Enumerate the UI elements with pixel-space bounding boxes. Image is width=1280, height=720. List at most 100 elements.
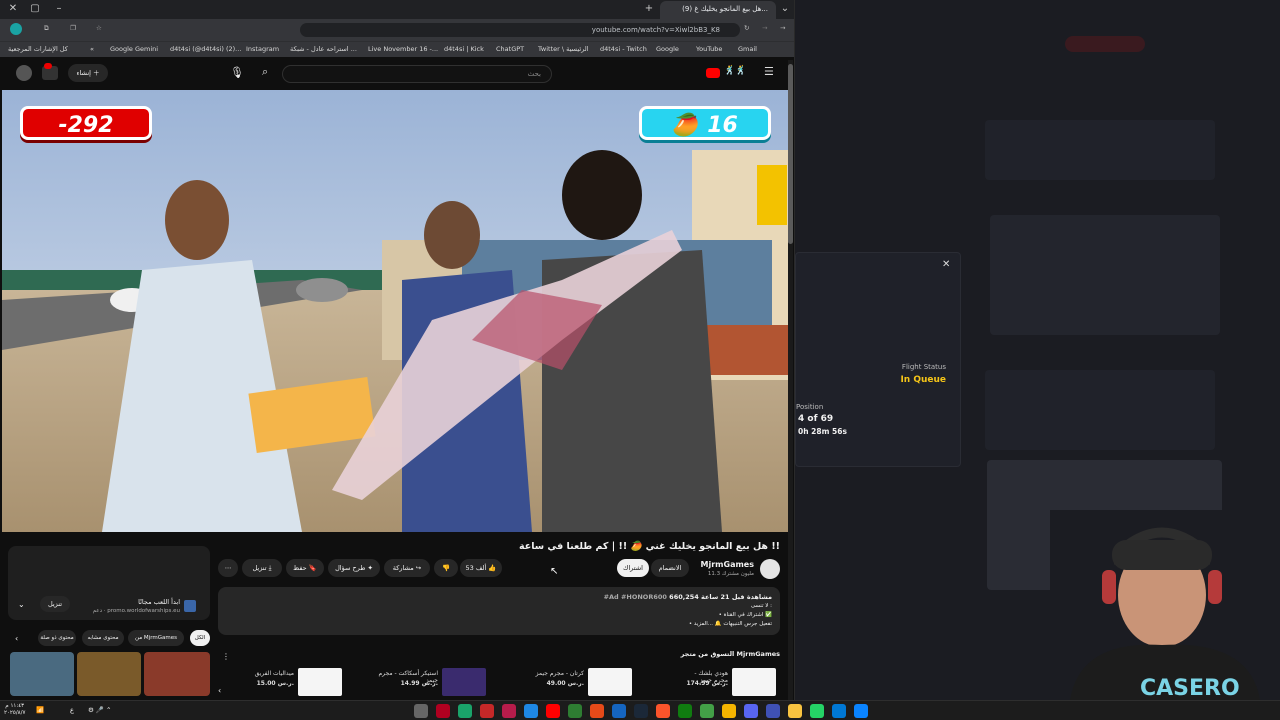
- close-window-icon[interactable]: ✕: [6, 2, 20, 16]
- address-bar-row: ⧉ ❐ ☆ youtube.com/watch?v=Xiwl2bB3_K8 ↻ …: [0, 19, 794, 41]
- acrobat-icon[interactable]: [502, 704, 516, 718]
- channel-name[interactable]: MjrmGames: [694, 560, 754, 569]
- bookmark-chatgpt[interactable]: ChatGPT: [496, 45, 524, 53]
- back-icon[interactable]: →: [780, 24, 785, 32]
- shop-item-3[interactable]: استيكر أسكاكت - مجرم جيمز 14.99 ر.س.: [378, 668, 490, 698]
- bookmark-star-icon[interactable]: ☆: [96, 24, 102, 32]
- xbox-icon[interactable]: [568, 704, 582, 718]
- chip-similar[interactable]: محتوى مشابه: [82, 630, 124, 646]
- chip-all[interactable]: الكل: [190, 630, 210, 646]
- start-icon[interactable]: [854, 704, 868, 718]
- profile-icon[interactable]: [10, 23, 22, 35]
- shop-item-1-image: [732, 668, 776, 696]
- mic-icon[interactable]: 🎙: [230, 66, 244, 79]
- chrome-icon[interactable]: [722, 704, 736, 718]
- bookmark-live[interactable]: Live November 16 -...: [368, 45, 438, 53]
- close-icon[interactable]: ✕: [942, 259, 950, 270]
- wifi-icon[interactable]: 📶: [36, 706, 44, 714]
- app-red-icon[interactable]: [436, 704, 450, 718]
- copy-icon[interactable]: ❐: [70, 24, 76, 32]
- shop-more-icon[interactable]: ⋮: [222, 652, 230, 661]
- ad-card[interactable]: ابدأ اللعب مجانًا دعم · promo.worldofwar…: [8, 546, 210, 620]
- clock[interactable]: ١١:٤٣ م ٢٠٢٥/٨/٧: [4, 703, 25, 717]
- more-actions-icon[interactable]: ⋯: [218, 559, 238, 577]
- tab-active[interactable]: (9) هل بيع المانجو يخليك غ...: [660, 1, 776, 19]
- xbox-app-icon[interactable]: [678, 704, 692, 718]
- subscribe-button[interactable]: اشتراك: [617, 559, 649, 577]
- bookmark-estiraha[interactable]: استراحه عادل - شبكة ...: [290, 45, 357, 53]
- chip-related[interactable]: محتوى ذو صلة: [38, 630, 76, 646]
- recommendation-thumbnail-1[interactable]: [10, 652, 74, 696]
- app-blue-icon[interactable]: [524, 704, 538, 718]
- bookmark-kick[interactable]: d4t4si | Kick: [444, 45, 484, 53]
- edge-icon[interactable]: [832, 704, 846, 718]
- youtube-logo-icon[interactable]: [706, 68, 720, 78]
- recommendation-thumbnail-3[interactable]: [144, 652, 210, 696]
- save-button[interactable]: حفظ 🔖: [286, 559, 324, 577]
- bookmark-instagram[interactable]: Instagram: [246, 45, 279, 53]
- share-button[interactable]: مشاركة ↪: [384, 559, 430, 577]
- chips-prev-icon[interactable]: ‹: [15, 634, 18, 643]
- tray-icons[interactable]: ⚙ 🎤 ⌃: [88, 706, 112, 714]
- ask-button[interactable]: طرح سؤال ✦: [328, 559, 380, 577]
- doodle-icon[interactable]: 🕺🕺: [724, 66, 746, 76]
- forward-icon[interactable]: →: [762, 24, 767, 32]
- whatsapp-icon[interactable]: [810, 704, 824, 718]
- create-button[interactable]: إنشاء ＋: [68, 64, 108, 82]
- search-icon[interactable]: ⌕: [262, 65, 268, 79]
- restore-window-icon[interactable]: ▢: [28, 2, 42, 16]
- discord-icon[interactable]: [744, 704, 758, 718]
- chevron-down-icon[interactable]: ⌄: [18, 600, 25, 609]
- notifications-icon[interactable]: [42, 63, 58, 80]
- description-box[interactable]: #Ad #HONOR600 660,254 مشاهدة قبل 21 ساعة…: [218, 587, 780, 635]
- avatar[interactable]: [16, 65, 32, 81]
- tab-label: (9) هل بيع المانجو يخليك غ...: [682, 5, 768, 13]
- shop-item-4[interactable]: ميداليات الفريق 15.00 ر.س.: [236, 668, 346, 698]
- settings-app-icon[interactable]: [414, 704, 428, 718]
- reload-icon[interactable]: ↻: [744, 24, 749, 32]
- scrollbar-thumb[interactable]: [788, 64, 793, 244]
- new-tab-icon[interactable]: +: [642, 2, 656, 16]
- bookmark-youtube[interactable]: YouTube: [696, 45, 722, 53]
- app-orange-icon[interactable]: [590, 704, 604, 718]
- like-button[interactable]: 53 ألف 👍: [460, 559, 502, 577]
- bookmarks-overflow-icon[interactable]: «: [90, 45, 94, 53]
- minimize-window-icon[interactable]: –: [52, 2, 66, 16]
- page-scrollbar[interactable]: [788, 60, 793, 700]
- app-green-icon[interactable]: [458, 704, 472, 718]
- bookmark-google[interactable]: Google: [656, 45, 679, 53]
- file-explorer-icon[interactable]: [788, 704, 802, 718]
- recommendation-thumbnail-2[interactable]: [77, 652, 141, 696]
- bookmark-twitch[interactable]: d4t4si - Twitch: [600, 45, 647, 53]
- url-field[interactable]: youtube.com/watch?v=Xiwl2bB3_K8: [300, 23, 740, 37]
- brave-icon[interactable]: [656, 704, 670, 718]
- youtube-app-icon[interactable]: [546, 704, 560, 718]
- app-green2-icon[interactable]: [700, 704, 714, 718]
- all-bookmarks-link[interactable]: كل الإشارات المرجعية: [8, 45, 68, 53]
- bookmark-gmail[interactable]: Gmail: [738, 45, 757, 53]
- app-indigo-icon[interactable]: [766, 704, 780, 718]
- menu-icon[interactable]: ☰: [764, 65, 774, 78]
- video-player[interactable]: -292 🥭 16: [2, 90, 788, 532]
- chip-from-channel[interactable]: من MjrmGames: [128, 630, 184, 646]
- input-language[interactable]: ع: [70, 706, 74, 714]
- score-right-value: 16: [707, 113, 738, 138]
- join-button[interactable]: الانضمام: [651, 559, 689, 577]
- search-input[interactable]: بحث: [282, 65, 552, 83]
- steam-icon[interactable]: [634, 704, 648, 718]
- extensions-icon[interactable]: ⧉: [44, 24, 49, 33]
- shop-item-2[interactable]: كرتان - مجرم جيمز 49.00 ر.س.: [536, 668, 640, 698]
- ad-download-button[interactable]: تنزيل: [40, 596, 70, 612]
- bookmark-d4t4si-x[interactable]: d4t4si (@d4t4si) (2)...: [170, 45, 241, 53]
- shop-prev-icon[interactable]: ‹: [218, 686, 221, 695]
- shop-item-1[interactable]: هودي بلشك - مجرم جيمز 174.99 ر.س.: [686, 668, 780, 698]
- bookmark-gemini[interactable]: Google Gemini: [110, 45, 158, 53]
- app-red2-icon[interactable]: [480, 704, 494, 718]
- app-blue2-icon[interactable]: [612, 704, 626, 718]
- dislike-button[interactable]: 👎: [434, 559, 458, 577]
- bookmark-twitter[interactable]: Twitter \ الرئيسية: [538, 45, 589, 53]
- tab-search-icon[interactable]: ⌄: [778, 2, 792, 16]
- download-button[interactable]: تنزيل ⤓: [242, 559, 282, 577]
- youtube-header: إنشاء ＋ 🎙 ⌕ بحث 🕺🕺 ☰: [0, 57, 794, 90]
- channel-avatar[interactable]: [760, 559, 780, 579]
